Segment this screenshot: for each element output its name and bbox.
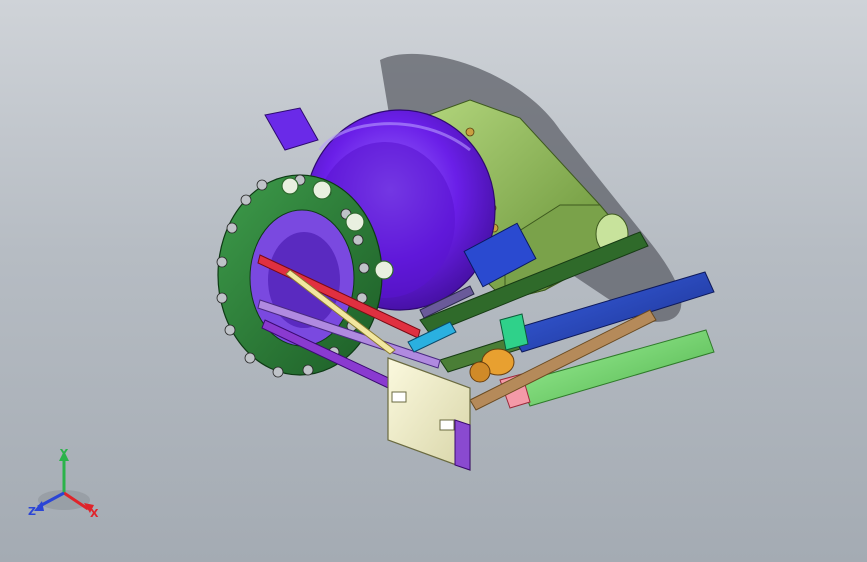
graphics-viewport[interactable]: Y X Z [0, 0, 867, 562]
z-axis-label: Z [28, 505, 36, 518]
x-axis-label: X [90, 507, 99, 520]
cad-model[interactable] [0, 0, 867, 562]
mounting-plate[interactable] [387, 357, 471, 471]
y-axis-label: Y [59, 447, 69, 460]
orientation-triad[interactable]: Y X Z [20, 445, 110, 525]
